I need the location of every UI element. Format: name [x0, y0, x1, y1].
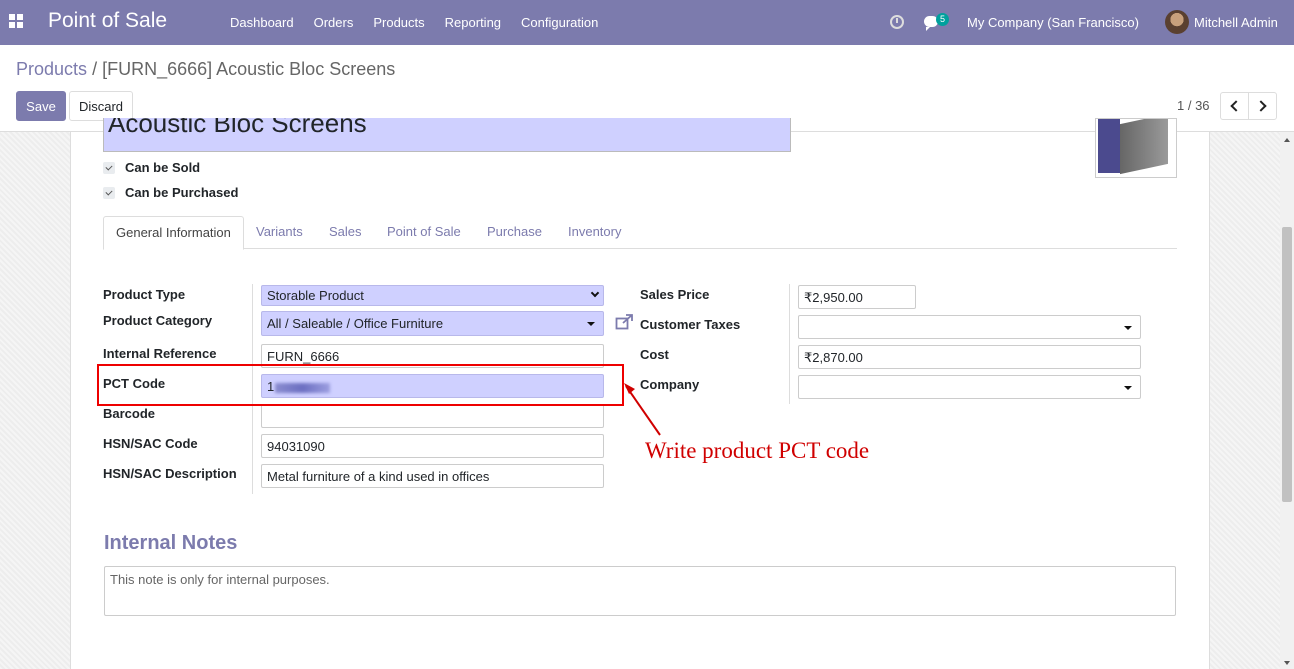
product-type-select[interactable]: Storable Product: [261, 285, 604, 306]
barcode-label: Barcode: [103, 406, 156, 421]
menu-configuration[interactable]: Configuration: [511, 15, 608, 30]
right-group-separator: [789, 284, 790, 404]
cost-value: ₹2,870.00: [804, 350, 863, 365]
company-switcher[interactable]: My Company (San Francisco): [967, 15, 1139, 30]
hsn-description-label: HSN/SAC Description: [103, 466, 237, 481]
dropdown-caret-icon: [587, 322, 595, 326]
internal-notes-title: Internal Notes: [104, 532, 238, 554]
breadcrumb-separator: /: [92, 59, 98, 79]
tab-inventory[interactable]: Inventory: [556, 216, 633, 249]
scroll-up-arrow-icon[interactable]: [1284, 138, 1290, 142]
tab-purchase[interactable]: Purchase: [475, 216, 554, 249]
hsn-description-input[interactable]: Metal furniture of a kind used in office…: [261, 464, 604, 488]
can-be-purchased-label: Can be Purchased: [125, 185, 239, 200]
dropdown-caret-icon: [1124, 386, 1132, 390]
tab-point-of-sale[interactable]: Point of Sale: [375, 216, 473, 249]
app-title[interactable]: Point of Sale: [48, 9, 167, 33]
product-category-value: All / Saleable / Office Furniture: [267, 316, 444, 331]
tab-sales[interactable]: Sales: [317, 216, 374, 249]
breadcrumb: Products / [FURN_6666] Acoustic Bloc Scr…: [16, 59, 395, 80]
hsn-code-value: 94031090: [267, 439, 325, 454]
vertical-scrollbar[interactable]: [1280, 132, 1294, 669]
menu-orders[interactable]: Orders: [304, 15, 364, 30]
form-tabs: General Information Variants Sales Point…: [103, 216, 1177, 250]
scrollbar-thumb[interactable]: [1282, 227, 1292, 502]
company-input[interactable]: [798, 375, 1141, 399]
breadcrumb-products-link[interactable]: Products: [16, 59, 87, 79]
main-menu: Dashboard Orders Products Reporting Conf…: [220, 0, 608, 45]
product-type-value: Storable Product: [267, 288, 364, 303]
user-menu[interactable]: Mitchell Admin: [1194, 15, 1278, 30]
user-avatar[interactable]: [1165, 10, 1189, 34]
sales-price-label: Sales Price: [640, 287, 710, 302]
annotation-arrow-icon: [624, 383, 661, 436]
internal-notes-placeholder: This note is only for internal purposes.: [110, 572, 330, 587]
can-be-sold-row: Can be Sold: [103, 160, 200, 175]
save-button[interactable]: Save: [16, 91, 66, 121]
tab-general-information[interactable]: General Information: [103, 216, 244, 250]
product-category-field[interactable]: All / Saleable / Office Furniture: [261, 311, 604, 336]
product-category-label: Product Category: [103, 313, 213, 328]
breadcrumb-current: [FURN_6666] Acoustic Bloc Screens: [102, 59, 396, 79]
chat-count-badge: 5: [936, 13, 950, 26]
pager-next-button[interactable]: [1248, 92, 1277, 120]
customer-taxes-label: Customer Taxes: [640, 317, 741, 332]
scroll-down-arrow-icon[interactable]: [1284, 661, 1290, 665]
internal-notes-textarea[interactable]: This note is only for internal purposes.: [104, 566, 1176, 616]
discard-button[interactable]: Discard: [69, 91, 133, 121]
cost-input[interactable]: ₹2,870.00: [798, 345, 1141, 369]
external-link-icon[interactable]: [615, 314, 634, 330]
tab-variants[interactable]: Variants: [244, 216, 315, 249]
can-be-sold-checkbox[interactable]: [103, 161, 115, 174]
dropdown-caret-icon: [1124, 326, 1132, 330]
chevron-right-icon: [1255, 100, 1267, 112]
product-name-field[interactable]: Acoustic Bloc Screens: [103, 118, 791, 152]
menu-products[interactable]: Products: [363, 15, 434, 30]
internal-reference-label: Internal Reference: [103, 346, 217, 361]
product-type-label: Product Type: [103, 287, 186, 302]
product-name-value: Acoustic Bloc Screens: [108, 118, 367, 138]
image-panel-back: [1120, 119, 1168, 175]
menu-dashboard[interactable]: Dashboard: [220, 15, 304, 30]
hsn-code-input[interactable]: 94031090: [261, 434, 604, 458]
chevron-left-icon: [1230, 100, 1242, 112]
annotation-text: Write product PCT code: [645, 438, 870, 463]
can-be-purchased-row: Can be Purchased: [103, 185, 238, 200]
hsn-code-label: HSN/SAC Code: [103, 436, 198, 451]
apps-menu-icon[interactable]: [9, 14, 23, 28]
cost-label: Cost: [640, 347, 669, 362]
internal-reference-value: FURN_6666: [267, 349, 340, 364]
can-be-purchased-checkbox[interactable]: [103, 186, 115, 199]
sales-price-input[interactable]: ₹2,950.00: [798, 285, 916, 309]
barcode-input[interactable]: [261, 404, 604, 428]
product-image[interactable]: [1095, 118, 1177, 178]
sales-price-value: ₹2,950.00: [804, 290, 863, 305]
top-navbar: Point of Sale Dashboard Orders Products …: [0, 0, 1294, 45]
pct-code-highlight-box: [97, 364, 624, 406]
customer-taxes-input[interactable]: [798, 315, 1141, 339]
hsn-description-value: Metal furniture of a kind used in office…: [267, 469, 490, 484]
image-panel-front: [1098, 119, 1120, 173]
pager-previous-button[interactable]: [1220, 92, 1249, 120]
menu-reporting[interactable]: Reporting: [435, 15, 511, 30]
activity-clock-icon[interactable]: [890, 15, 904, 29]
pager-value[interactable]: 1 / 36: [1177, 98, 1210, 113]
chevron-down-icon: [590, 288, 600, 298]
can-be-sold-label: Can be Sold: [125, 160, 201, 175]
